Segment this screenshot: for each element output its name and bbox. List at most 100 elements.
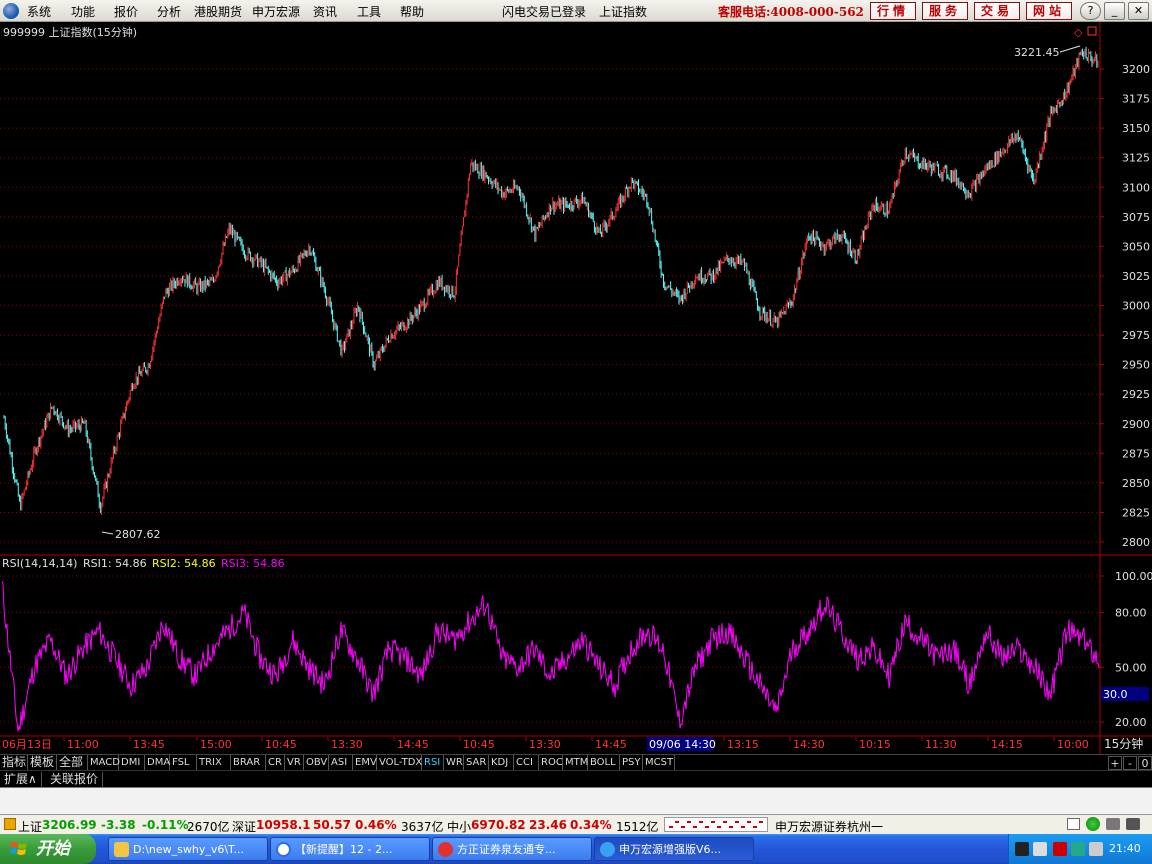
- help-icon[interactable]: ?: [1080, 2, 1101, 20]
- start-label: 开始: [36, 839, 70, 859]
- tab-macd[interactable]: MACD: [88, 755, 120, 771]
- menu-analysis[interactable]: 分析: [157, 3, 181, 20]
- time-label: 11:30: [925, 738, 957, 751]
- zoom-in-button[interactable]: +: [1108, 756, 1122, 770]
- price-tick-label: 2825: [1122, 506, 1150, 519]
- website-button[interactable]: 网站: [1026, 2, 1072, 20]
- tab-asi[interactable]: ASI: [329, 755, 353, 771]
- menu-tools[interactable]: 工具: [357, 3, 381, 20]
- meter-bar: [675, 821, 679, 823]
- price-tick-label: 2875: [1122, 447, 1150, 460]
- meter-bar: [687, 821, 691, 823]
- tab-rsi[interactable]: RSI: [422, 755, 444, 771]
- zoom-reset-button[interactable]: 0: [1138, 756, 1152, 770]
- rsi-tick-label: 20.00: [1115, 716, 1147, 729]
- tab-obv[interactable]: OBV: [304, 755, 329, 771]
- tab-indicator[interactable]: 指标: [0, 755, 28, 771]
- restore-panel-icon: [1087, 26, 1097, 36]
- app-logo-icon[interactable]: [3, 3, 19, 19]
- menu-function[interactable]: 功能: [71, 3, 95, 20]
- trade-button[interactable]: 交易: [974, 2, 1020, 20]
- time-label: 13:15: [727, 738, 759, 751]
- tab-roc[interactable]: ROC: [539, 755, 563, 771]
- expand-tab[interactable]: 扩展∧: [0, 772, 42, 787]
- tray-update-icon[interactable]: [1071, 842, 1085, 856]
- menu-swhy[interactable]: 申万宏源: [252, 3, 300, 20]
- zoom-out-button[interactable]: -: [1123, 756, 1137, 770]
- lock-icon[interactable]: [1126, 818, 1140, 830]
- tab-voltdx[interactable]: VOL-TDX: [377, 755, 422, 771]
- tab-cci[interactable]: CCI: [514, 755, 539, 771]
- tab-cr[interactable]: CR: [266, 755, 285, 771]
- price-tick-label: 2900: [1122, 418, 1150, 431]
- price-tick-label: 3125: [1122, 152, 1150, 165]
- tray-volume-icon[interactable]: [1089, 842, 1103, 856]
- menu-news[interactable]: 资讯: [313, 3, 337, 20]
- tray-app-icon[interactable]: [1015, 842, 1029, 856]
- rsi3-value: RSI3: 54.86: [221, 557, 285, 570]
- tab-wr[interactable]: WR: [444, 755, 464, 771]
- sme-index-change: 23.46: [529, 818, 567, 832]
- meter-bar: [747, 821, 751, 823]
- tab-fsl[interactable]: FSL: [170, 755, 197, 771]
- price-tick-label: 3175: [1122, 93, 1150, 106]
- network-status-icon[interactable]: [1086, 817, 1100, 831]
- tab-boll[interactable]: BOLL: [588, 755, 620, 771]
- minimize-button[interactable]: _: [1104, 2, 1125, 20]
- period-label: 15分钟: [1104, 736, 1143, 751]
- keyboard-icon[interactable]: [1106, 818, 1120, 830]
- tab-sar[interactable]: SAR: [464, 755, 489, 771]
- meter-bar: [723, 821, 727, 823]
- low-price-arrow: [101, 531, 114, 535]
- chart-title: 999999 上证指数(15分钟): [3, 25, 137, 39]
- service-button[interactable]: 服务: [922, 2, 968, 20]
- flash-trade-status[interactable]: 闪电交易已登录: [502, 3, 586, 20]
- task-browser[interactable]: 【新提醒】12 - 2...: [270, 837, 430, 861]
- tab-all[interactable]: 全部: [57, 755, 88, 771]
- tab-template[interactable]: 模板: [28, 755, 57, 771]
- tab-emv[interactable]: EMV: [353, 755, 377, 771]
- status-folder-icon[interactable]: [4, 818, 16, 830]
- time-label: 13:30: [331, 738, 363, 751]
- tab-mcst[interactable]: MCST: [643, 755, 675, 771]
- time-label: 10:45: [265, 738, 297, 751]
- chart-canvas[interactable]: 3200 3175 3150 3125 3100 3075 3050 3025 3000 2975…: [0, 22, 1152, 754]
- message-icon[interactable]: [1067, 818, 1080, 830]
- market-button[interactable]: 行情: [870, 2, 916, 20]
- chart-area[interactable]: 3200 3175 3150 3125 3100 3075 3050 3025 3000 2975…: [0, 22, 1152, 754]
- rsi-curve: [1, 581, 1100, 732]
- meter-bar: [681, 826, 685, 828]
- tab-kdj[interactable]: KDJ: [489, 755, 514, 771]
- related-quotes-tab[interactable]: 关联报价: [46, 772, 104, 787]
- price-tick-label: 3200: [1122, 63, 1150, 76]
- tab-psy[interactable]: PSY: [620, 755, 643, 771]
- price-tick-label: 3075: [1122, 211, 1150, 224]
- menu-system[interactable]: 系统: [27, 3, 51, 20]
- tray-network-icon[interactable]: [1033, 842, 1047, 856]
- price-tick-label: 3050: [1122, 240, 1150, 253]
- tab-trix[interactable]: TRIX: [197, 755, 231, 771]
- start-button[interactable]: 开始: [0, 834, 96, 864]
- tab-vr[interactable]: VR: [285, 755, 304, 771]
- menu-hk-futures[interactable]: 港股期货: [194, 3, 242, 20]
- menu-quote[interactable]: 报价: [114, 3, 138, 20]
- sh-index-name[interactable]: 上证: [18, 818, 42, 835]
- tray-security-icon[interactable]: [1053, 842, 1067, 856]
- task-founder-securities[interactable]: 方正证券泉友通专...: [432, 837, 592, 861]
- price-tick-label: 2975: [1122, 329, 1150, 342]
- rsi-name: RSI(14,14,14): [2, 557, 77, 570]
- tab-dma[interactable]: DMA: [145, 755, 170, 771]
- task-swhy-app[interactable]: 申万宏源增强版V6...: [594, 837, 754, 861]
- tab-brar[interactable]: BRAR: [231, 755, 266, 771]
- price-tick-label: 2800: [1122, 536, 1150, 549]
- sz-index-name[interactable]: 深证: [232, 818, 256, 835]
- close-button[interactable]: ✕: [1128, 2, 1149, 20]
- menu-help[interactable]: 帮助: [400, 3, 424, 20]
- tab-mtm[interactable]: MTM: [563, 755, 588, 771]
- marker-diamond-icon: ◇: [1074, 26, 1083, 39]
- price-tick-label: 3000: [1122, 300, 1150, 313]
- task-explorer[interactable]: D:\new_swhy_v6\T...: [108, 837, 268, 861]
- broker-name: 申万宏源证券杭州一: [775, 820, 884, 834]
- tab-dmi[interactable]: DMI: [119, 755, 145, 771]
- sme-index-name[interactable]: 中小: [447, 818, 471, 835]
